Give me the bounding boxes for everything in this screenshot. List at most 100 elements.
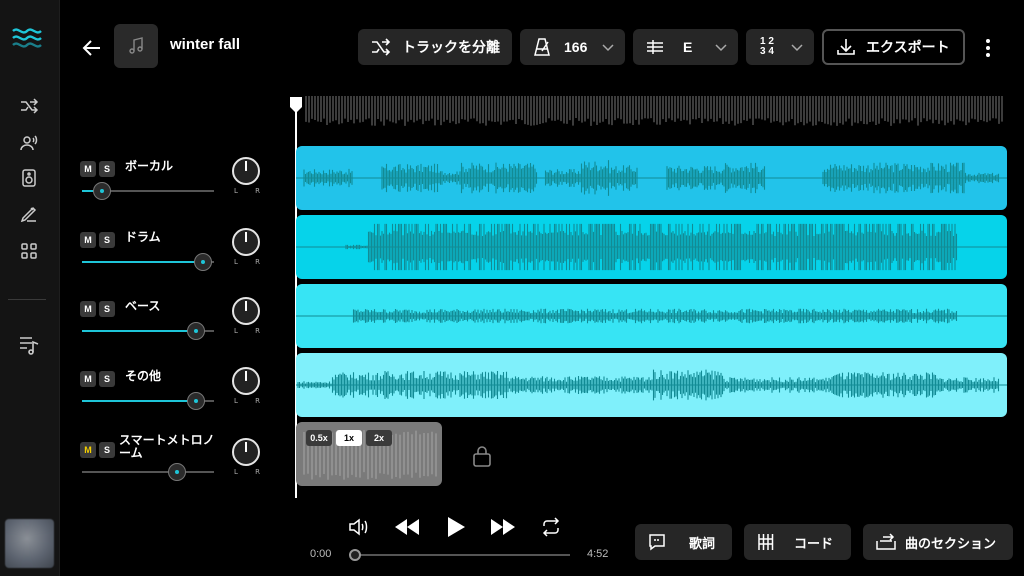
mute-button[interactable]: M (80, 161, 96, 177)
music-note-icon (129, 37, 143, 54)
volume-slider-knob[interactable] (194, 253, 213, 271)
play-icon[interactable] (444, 514, 468, 540)
mute-button[interactable]: M (80, 232, 96, 248)
vocal-icon[interactable] (17, 131, 41, 155)
track-control-metronome: M S スマートメトロノーム L R (80, 434, 270, 502)
loop-icon[interactable] (539, 515, 563, 539)
pan-knob[interactable] (232, 367, 260, 395)
song-cover (114, 24, 158, 68)
separate-tracks-button[interactable]: トラックを分離 (358, 29, 512, 65)
split-icon[interactable] (17, 94, 41, 118)
volume-slider-knob[interactable] (186, 392, 205, 410)
back-arrow-icon[interactable] (80, 36, 104, 60)
solo-button[interactable]: S (99, 442, 115, 458)
pan-knob[interactable] (232, 438, 260, 466)
split-icon (372, 38, 391, 56)
pan-right-label: R (255, 258, 260, 266)
track-control-other: M S その他 L R (80, 367, 270, 431)
fast-forward-icon[interactable] (490, 515, 516, 539)
time-sig-bottom: 3 4 (760, 46, 774, 57)
volume-slider[interactable] (82, 182, 214, 200)
mute-button[interactable]: M (80, 371, 96, 387)
pan-right-label: R (255, 327, 260, 335)
pan-left-label: L (234, 397, 238, 405)
pan-right-label: R (255, 468, 260, 476)
rewind-icon[interactable] (394, 515, 420, 539)
key-dropdown[interactable]: E (633, 29, 738, 65)
lyrics-icon (649, 534, 665, 551)
metronome-icon (534, 38, 550, 56)
volume-slider-knob[interactable] (168, 463, 187, 481)
pan-left-label: L (234, 187, 238, 195)
volume-slider[interactable] (82, 322, 214, 340)
pan-knob[interactable] (232, 157, 260, 185)
sidebar-divider (8, 299, 46, 300)
chevron-down-icon (791, 44, 803, 52)
volume-slider-knob[interactable] (186, 322, 205, 340)
waveform-lane-other[interactable] (296, 353, 1007, 417)
solo-button[interactable]: S (99, 301, 115, 317)
volume-slider[interactable] (82, 463, 214, 481)
timeline-ruler[interactable] (296, 96, 1006, 126)
more-options-icon[interactable] (980, 36, 996, 60)
time-signature-dropdown[interactable]: 1 2 3 4 (746, 29, 814, 65)
track-control-drums: M S ドラム L R (80, 228, 270, 292)
track-name: ベース (125, 299, 161, 313)
export-label: エクスポート (866, 39, 950, 55)
volume-icon[interactable] (346, 515, 370, 539)
speaker-icon[interactable] (17, 166, 41, 190)
chords-button[interactable]: コード (744, 524, 851, 560)
pan-knob[interactable] (232, 228, 260, 256)
export-button[interactable]: エクスポート (822, 29, 965, 65)
sections-button[interactable]: 曲のセクション (863, 524, 1013, 560)
playhead-handle[interactable] (289, 96, 303, 114)
mute-button[interactable]: M (80, 301, 96, 317)
solo-button[interactable]: S (99, 371, 115, 387)
key-icon (647, 40, 663, 54)
solo-button[interactable]: S (99, 161, 115, 177)
chords-label: コード (794, 535, 834, 551)
progress-bar[interactable] (355, 554, 570, 556)
track-name: ドラム (125, 230, 161, 244)
playlist-icon[interactable] (17, 333, 41, 357)
total-time: 4:52 (587, 548, 609, 560)
sections-label: 曲のセクション (905, 535, 997, 551)
avatar[interactable] (5, 519, 54, 568)
track-control-bass: M S ベース L R (80, 297, 270, 361)
track-name: その他 (125, 369, 162, 383)
solo-button[interactable]: S (99, 232, 115, 248)
current-time: 0:00 (310, 548, 332, 560)
progress-knob[interactable] (349, 549, 361, 561)
metronome-lane[interactable]: 0.5x 1x 2x (296, 422, 442, 486)
waveform-lane-bass[interactable] (296, 284, 1007, 348)
separate-tracks-label: トラックを分離 (402, 39, 500, 55)
speed-1x-button[interactable]: 1x (336, 430, 362, 446)
key-value: E (683, 39, 693, 55)
waveform-lane-vocals[interactable] (296, 146, 1007, 210)
pan-left-label: L (234, 327, 238, 335)
track-name: スマートメトロノーム (119, 433, 215, 460)
app-logo-icon[interactable] (12, 26, 42, 48)
song-title: winter fall (170, 36, 241, 53)
edit-icon[interactable] (17, 202, 41, 226)
pan-knob[interactable] (232, 297, 260, 325)
volume-slider[interactable] (82, 253, 214, 271)
grid-icon[interactable] (17, 239, 41, 263)
chord-grid-icon (758, 534, 774, 550)
speed-0.5x-button[interactable]: 0.5x (306, 430, 332, 446)
track-control-vocals: M S ボーカル L R (80, 157, 270, 221)
pan-right-label: R (255, 187, 260, 195)
tempo-dropdown[interactable]: 166 (520, 29, 625, 65)
speed-2x-button[interactable]: 2x (366, 430, 392, 446)
waveform-lane-drums[interactable] (296, 215, 1007, 279)
volume-slider-knob[interactable] (92, 182, 111, 200)
volume-slider[interactable] (82, 392, 214, 410)
lock-icon[interactable] (470, 444, 494, 468)
mute-button[interactable]: M (80, 442, 96, 458)
lyrics-button[interactable]: 歌詞 (635, 524, 732, 560)
sidebar (0, 0, 60, 576)
pan-left-label: L (234, 468, 238, 476)
pan-right-label: R (255, 397, 260, 405)
pan-left-label: L (234, 258, 238, 266)
lyrics-label: 歌詞 (689, 535, 716, 551)
